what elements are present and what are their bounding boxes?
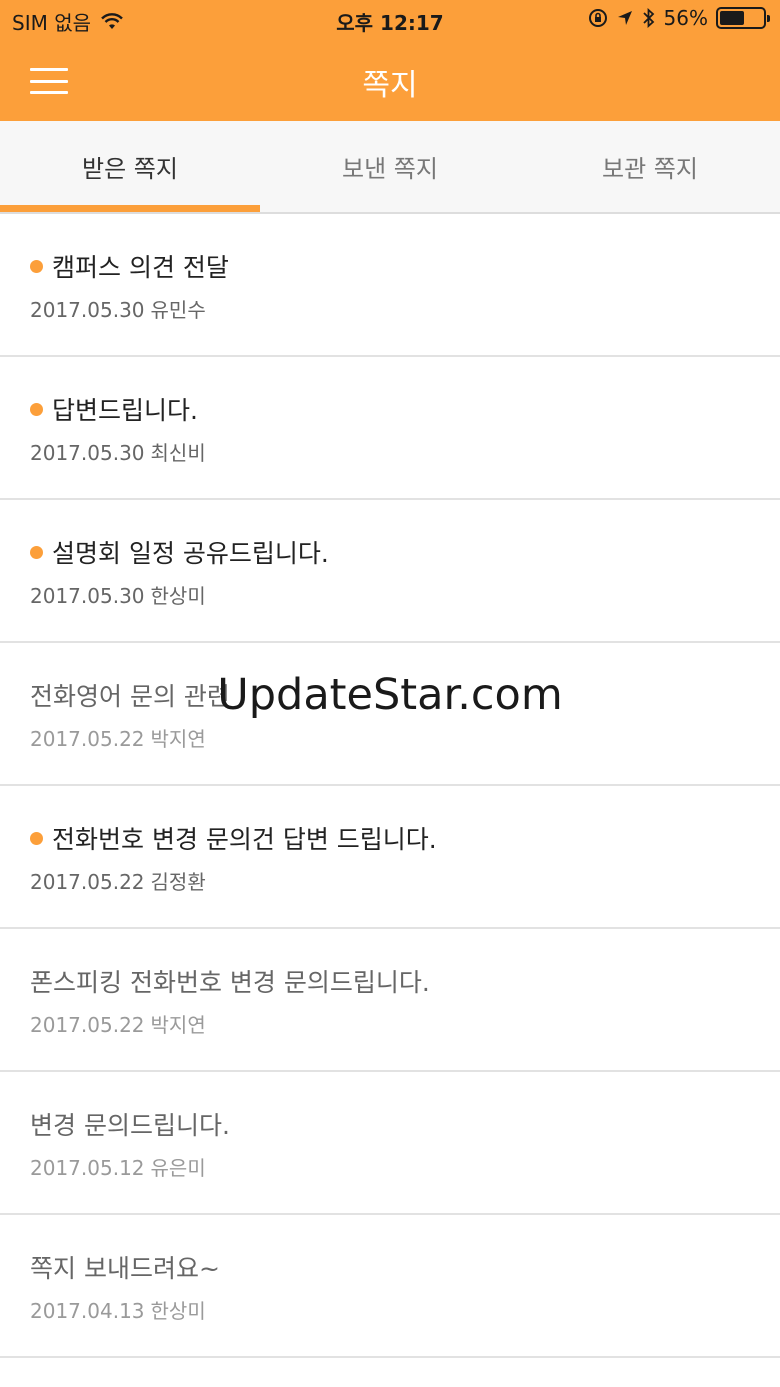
message-title: 답변드립니다. (30, 391, 198, 427)
message-sender: 박지연 (150, 727, 206, 751)
message-title-text: 설명회 일정 공유드립니다. (52, 539, 329, 568)
message-meta: 2017.05.30 유민수 (30, 294, 206, 323)
message-title: 폰스피킹 전화번호 변경 문의드립니다. (30, 963, 430, 999)
location-arrow-icon (617, 11, 632, 25)
unread-dot-icon (30, 545, 43, 559)
message-date: 2017.05.30 (30, 441, 145, 465)
message-row[interactable]: 폰스피킹 전화번호 변경 문의드립니다. 2017.05.22 박지연 (0, 929, 780, 1072)
message-title-text: 전화영어 문의 관련 (30, 682, 230, 711)
message-meta: 2017.05.22 박지연 (30, 723, 206, 752)
message-title-text: 쪽지 보내드려요~ (30, 1254, 220, 1283)
tab-sent[interactable]: 보낸 쪽지 (260, 121, 520, 212)
message-row[interactable]: 설명회 일정 공유드립니다. 2017.05.30 한상미 (0, 500, 780, 643)
message-row[interactable]: 캠퍼스 의견 전달 2017.05.30 유민수 (0, 214, 780, 357)
message-sender: 박지연 (150, 1013, 206, 1037)
message-sender: 유민수 (150, 298, 206, 322)
message-title: 전화번호 변경 문의건 답변 드립니다. (30, 820, 437, 856)
message-row[interactable]: 답변드립니다. 2017.05.30 최신비 (0, 357, 780, 500)
unread-dot-icon (30, 259, 43, 273)
message-row[interactable]: 변경 문의드립니다. 2017.05.12 유은미 (0, 1072, 780, 1215)
message-meta: 2017.05.22 김정환 (30, 866, 206, 895)
message-title: 캠퍼스 의견 전달 (30, 248, 229, 284)
message-title-text: 답변드립니다. (52, 396, 198, 425)
orientation-lock-icon (588, 9, 607, 27)
page-title: 쪽지 (362, 68, 418, 103)
message-title-text: 전화번호 변경 문의건 답변 드립니다. (52, 825, 437, 854)
message-meta: 2017.05.30 한상미 (30, 580, 206, 609)
battery-percent: 56% (663, 6, 708, 30)
message-date: 2017.05.30 (30, 298, 145, 322)
message-sender: 최신비 (150, 441, 206, 465)
unread-dot-icon (30, 402, 43, 416)
message-date: 2017.05.30 (30, 584, 145, 608)
nav-bar: 쪽지 (0, 40, 780, 121)
message-meta: 2017.04.13 한상미 (30, 1295, 206, 1324)
message-row[interactable]: 전화번호 변경 문의건 답변 드립니다. 2017.05.22 김정환 (0, 786, 780, 929)
message-title-text: 변경 문의드립니다. (30, 1111, 230, 1140)
status-right: 56% (588, 6, 770, 30)
message-sender: 김정환 (150, 870, 206, 894)
tab-received[interactable]: 받은 쪽지 (0, 121, 260, 212)
message-meta: 2017.05.12 유은미 (30, 1152, 206, 1181)
message-sender: 한상미 (150, 584, 206, 608)
message-date: 2017.05.22 (30, 870, 145, 894)
message-date: 2017.04.13 (30, 1299, 145, 1323)
message-tabs: 받은 쪽지 보낸 쪽지 보관 쪽지 (0, 121, 780, 214)
unread-dot-icon (30, 831, 43, 845)
message-sender: 한상미 (150, 1299, 206, 1323)
battery-fill (720, 11, 744, 25)
message-date: 2017.05.22 (30, 1013, 145, 1037)
app-header: SIM 없음 오후 12:17 56% 쪽지 (0, 0, 780, 121)
message-row[interactable]: 전화영어 문의 관련 2017.05.22 박지연 (0, 643, 780, 786)
message-meta: 2017.05.22 박지연 (30, 1009, 206, 1038)
message-row[interactable]: 쪽지 보내드려요~ 2017.04.13 한상미 (0, 1215, 780, 1358)
status-bar: SIM 없음 오후 12:17 56% (0, 0, 780, 40)
battery-icon (716, 7, 770, 29)
tab-archived[interactable]: 보관 쪽지 (520, 121, 780, 212)
message-title: 전화영어 문의 관련 (30, 677, 230, 713)
bluetooth-icon (642, 7, 654, 29)
message-date: 2017.05.22 (30, 727, 145, 751)
message-list: 캠퍼스 의견 전달 2017.05.30 유민수 답변드립니다. 2017.05.… (0, 214, 780, 1358)
message-title: 변경 문의드립니다. (30, 1106, 230, 1142)
message-title: 설명회 일정 공유드립니다. (30, 534, 329, 570)
message-title-text: 캠퍼스 의견 전달 (52, 253, 229, 282)
message-title: 쪽지 보내드려요~ (30, 1249, 220, 1285)
message-date: 2017.05.12 (30, 1156, 145, 1180)
message-sender: 유은미 (150, 1156, 206, 1180)
message-title-text: 폰스피킹 전화번호 변경 문의드립니다. (30, 968, 430, 997)
message-meta: 2017.05.30 최신비 (30, 437, 206, 466)
